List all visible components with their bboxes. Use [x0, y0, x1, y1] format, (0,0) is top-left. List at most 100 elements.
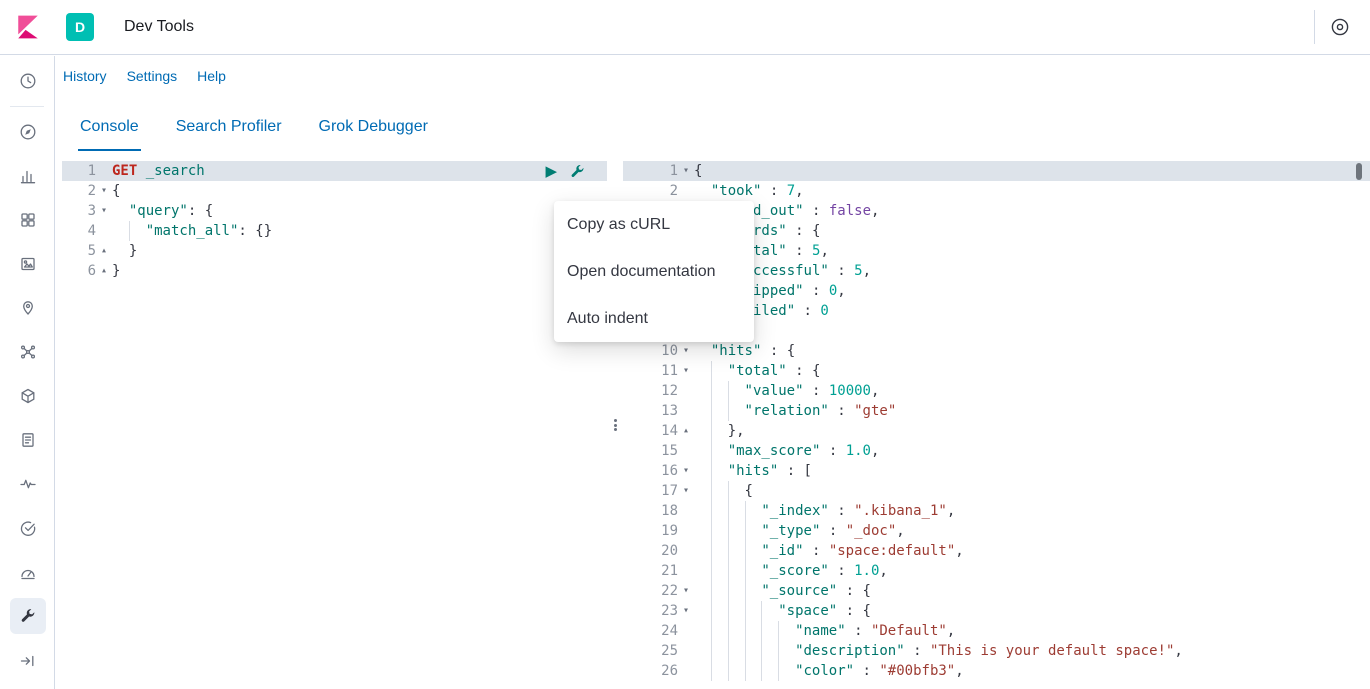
line-number: 1	[62, 161, 96, 181]
page-title: Dev Tools	[124, 18, 194, 36]
help-link[interactable]: Help	[197, 68, 226, 84]
space-avatar: D	[66, 13, 94, 41]
request-editor[interactable]: 1GET _search2▾{3▾"query": {4"match_all":…	[62, 161, 607, 689]
dev-tools-main: History Settings Help Console Search Pro…	[55, 55, 1370, 689]
history-link[interactable]: History	[63, 68, 107, 84]
sidebar-item-machine-learning[interactable]	[0, 330, 55, 374]
sidebar-item-recently-viewed[interactable]	[0, 59, 55, 103]
sidebar-item-uptime[interactable]	[0, 506, 55, 550]
clock-icon	[10, 63, 46, 99]
fold-close-icon[interactable]: ▴	[96, 241, 112, 261]
fold-open-icon[interactable]: ▾	[678, 581, 694, 601]
code-line-11[interactable]: 11▾"total" : {	[623, 361, 1370, 381]
code-line-5[interactable]: 5▴}	[62, 241, 607, 261]
menu-item-auto-indent[interactable]: Auto indent	[554, 295, 754, 342]
code-line-17[interactable]: 17▾{	[623, 481, 1370, 501]
wrench-small-icon	[569, 163, 586, 180]
fold-spacer	[678, 441, 694, 461]
line-number: 1	[623, 161, 678, 181]
pulse-icon	[10, 466, 46, 502]
code-text: }	[112, 261, 120, 281]
sidebar-item-dashboard[interactable]	[0, 198, 55, 242]
menu-item-open-documentation[interactable]: Open documentation	[554, 248, 754, 295]
fold-open-icon[interactable]: ▾	[678, 361, 694, 381]
line-number: 22	[623, 581, 678, 601]
sidebar-item-discover[interactable]	[0, 110, 55, 154]
fold-open-icon[interactable]: ▾	[96, 201, 112, 221]
line-number: 2	[623, 181, 678, 201]
fold-open-icon[interactable]: ▾	[678, 461, 694, 481]
response-scrollbar-thumb[interactable]	[1356, 163, 1362, 180]
fold-spacer	[678, 541, 694, 561]
ml-nodes-icon	[10, 334, 46, 370]
code-line-22[interactable]: 22▾"_source" : {	[623, 581, 1370, 601]
code-line-20[interactable]: 20"_id" : "space:default",	[623, 541, 1370, 561]
sidebar-item-infrastructure[interactable]	[0, 374, 55, 418]
code-line-10[interactable]: 10▾"hits" : {	[623, 341, 1370, 361]
fold-open-icon[interactable]: ▾	[678, 481, 694, 501]
tab-search-profiler[interactable]: Search Profiler	[174, 118, 284, 151]
sidebar-item-maps[interactable]	[0, 286, 55, 330]
logs-icon	[10, 422, 46, 458]
fold-open-icon[interactable]: ▾	[678, 601, 694, 621]
code-line-26[interactable]: 26"color" : "#00bfb3",	[623, 661, 1370, 681]
code-line-18[interactable]: 18"_index" : ".kibana_1",	[623, 501, 1370, 521]
sidebar-item-dev-tools[interactable]	[0, 594, 55, 638]
fold-open-icon[interactable]: ▾	[678, 341, 694, 361]
line-number: 19	[623, 521, 678, 541]
line-number: 10	[623, 341, 678, 361]
settings-link[interactable]: Settings	[127, 68, 178, 84]
line-number: 24	[623, 621, 678, 641]
code-line-16[interactable]: 16▾"hits" : [	[623, 461, 1370, 481]
sidebar-item-logs[interactable]	[0, 418, 55, 462]
code-line-25[interactable]: 25"description" : "This is your default …	[623, 641, 1370, 661]
line-number: 2	[62, 181, 96, 201]
sidebar-item-visualize[interactable]	[0, 154, 55, 198]
code-line-12[interactable]: 12"value" : 10000,	[623, 381, 1370, 401]
fold-spacer	[678, 621, 694, 641]
fold-close-icon[interactable]: ▴	[96, 261, 112, 281]
menu-item-copy-as-curl[interactable]: Copy as cURL	[554, 201, 754, 248]
code-line-13[interactable]: 13"relation" : "gte"	[623, 401, 1370, 421]
code-text: "max_score" : 1.0,	[694, 441, 879, 461]
sidebar-collapse-button[interactable]	[0, 639, 55, 683]
code-text: "_type" : "_doc",	[694, 521, 905, 541]
code-line-3[interactable]: 3▾"query": {	[62, 201, 607, 221]
send-request-button[interactable]: ▶	[545, 164, 557, 179]
code-line-15[interactable]: 15"max_score" : 1.0,	[623, 441, 1370, 461]
sidebar-item-canvas[interactable]	[0, 242, 55, 286]
code-line-21[interactable]: 21"_score" : 1.0,	[623, 561, 1370, 581]
fold-open-icon[interactable]: ▾	[96, 181, 112, 201]
help-button[interactable]	[1330, 17, 1350, 37]
code-line-1[interactable]: 1▾{	[623, 161, 1370, 181]
line-number: 11	[623, 361, 678, 381]
code-line-14[interactable]: 14▴},	[623, 421, 1370, 441]
tab-grok-debugger[interactable]: Grok Debugger	[317, 118, 430, 151]
request-options-button[interactable]	[569, 163, 586, 180]
sidebar-item-monitoring[interactable]	[0, 550, 55, 594]
console-menu-bar: History Settings Help	[55, 55, 1370, 96]
sidebar-divider	[10, 106, 44, 107]
line-number: 4	[62, 221, 96, 241]
code-line-4[interactable]: 4"match_all": {}	[62, 221, 607, 241]
sidebar-item-apm[interactable]	[0, 462, 55, 506]
tab-console[interactable]: Console	[78, 118, 141, 151]
code-line-19[interactable]: 19 "_type" : "_doc",	[623, 521, 1370, 541]
code-text: }	[112, 241, 137, 261]
code-line-24[interactable]: 24"name" : "Default",	[623, 621, 1370, 641]
kibana-logo-icon	[15, 14, 41, 40]
code-line-1[interactable]: 1GET _search	[62, 161, 607, 181]
code-line-2[interactable]: 2▾{	[62, 181, 607, 201]
code-text: "color" : "#00bfb3",	[694, 661, 964, 681]
fold-close-icon[interactable]: ▴	[678, 421, 694, 441]
code-text: "total" : {	[694, 361, 820, 381]
help-icon	[1330, 17, 1350, 37]
request-editor-lines: 1GET _search2▾{3▾"query": {4"match_all":…	[62, 161, 607, 281]
fold-open-icon[interactable]: ▾	[678, 161, 694, 181]
code-line-23[interactable]: 23▾"space" : {	[623, 601, 1370, 621]
line-number: 3	[62, 201, 96, 221]
code-line-6[interactable]: 6▴}	[62, 261, 607, 281]
uptime-check-icon	[10, 510, 46, 546]
kibana-logo-button[interactable]	[0, 14, 55, 40]
code-line-2[interactable]: 2"took" : 7,	[623, 181, 1370, 201]
